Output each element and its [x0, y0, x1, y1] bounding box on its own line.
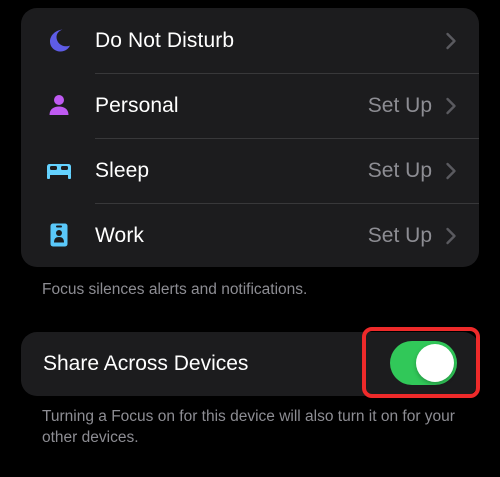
moon-icon — [45, 26, 73, 54]
focus-row-work[interactable]: Work Set Up — [21, 203, 479, 267]
focus-label-personal: Personal — [95, 94, 179, 117]
id-badge-icon — [45, 221, 73, 249]
toggle-knob — [416, 344, 454, 382]
focus-footer-text: Focus silences alerts and notifications. — [42, 281, 308, 298]
bed-icon — [45, 156, 73, 184]
chevron-right-icon — [445, 162, 457, 180]
share-across-devices-toggle[interactable] — [390, 341, 457, 385]
person-icon — [45, 91, 73, 119]
focus-status-work: Set Up — [367, 224, 432, 247]
focus-row-sleep[interactable]: Sleep Set Up — [21, 138, 479, 203]
focus-label-do-not-disturb: Do Not Disturb — [95, 29, 235, 52]
focus-status-personal: Set Up — [367, 94, 432, 117]
focus-list: Do Not Disturb Personal Set Up Sleep Set… — [21, 8, 479, 267]
chevron-right-icon — [445, 227, 457, 245]
focus-label-sleep: Sleep — [95, 159, 150, 182]
share-across-devices-label: Share Across Devices — [43, 352, 249, 375]
chevron-right-icon — [445, 97, 457, 115]
focus-label-work: Work — [95, 224, 145, 247]
chevron-right-icon — [445, 32, 457, 50]
focus-row-personal[interactable]: Personal Set Up — [21, 73, 479, 138]
focus-status-sleep: Set Up — [367, 159, 432, 182]
share-footer-text: Turning a Focus on for this device will … — [42, 408, 455, 446]
focus-row-do-not-disturb[interactable]: Do Not Disturb — [21, 8, 479, 73]
